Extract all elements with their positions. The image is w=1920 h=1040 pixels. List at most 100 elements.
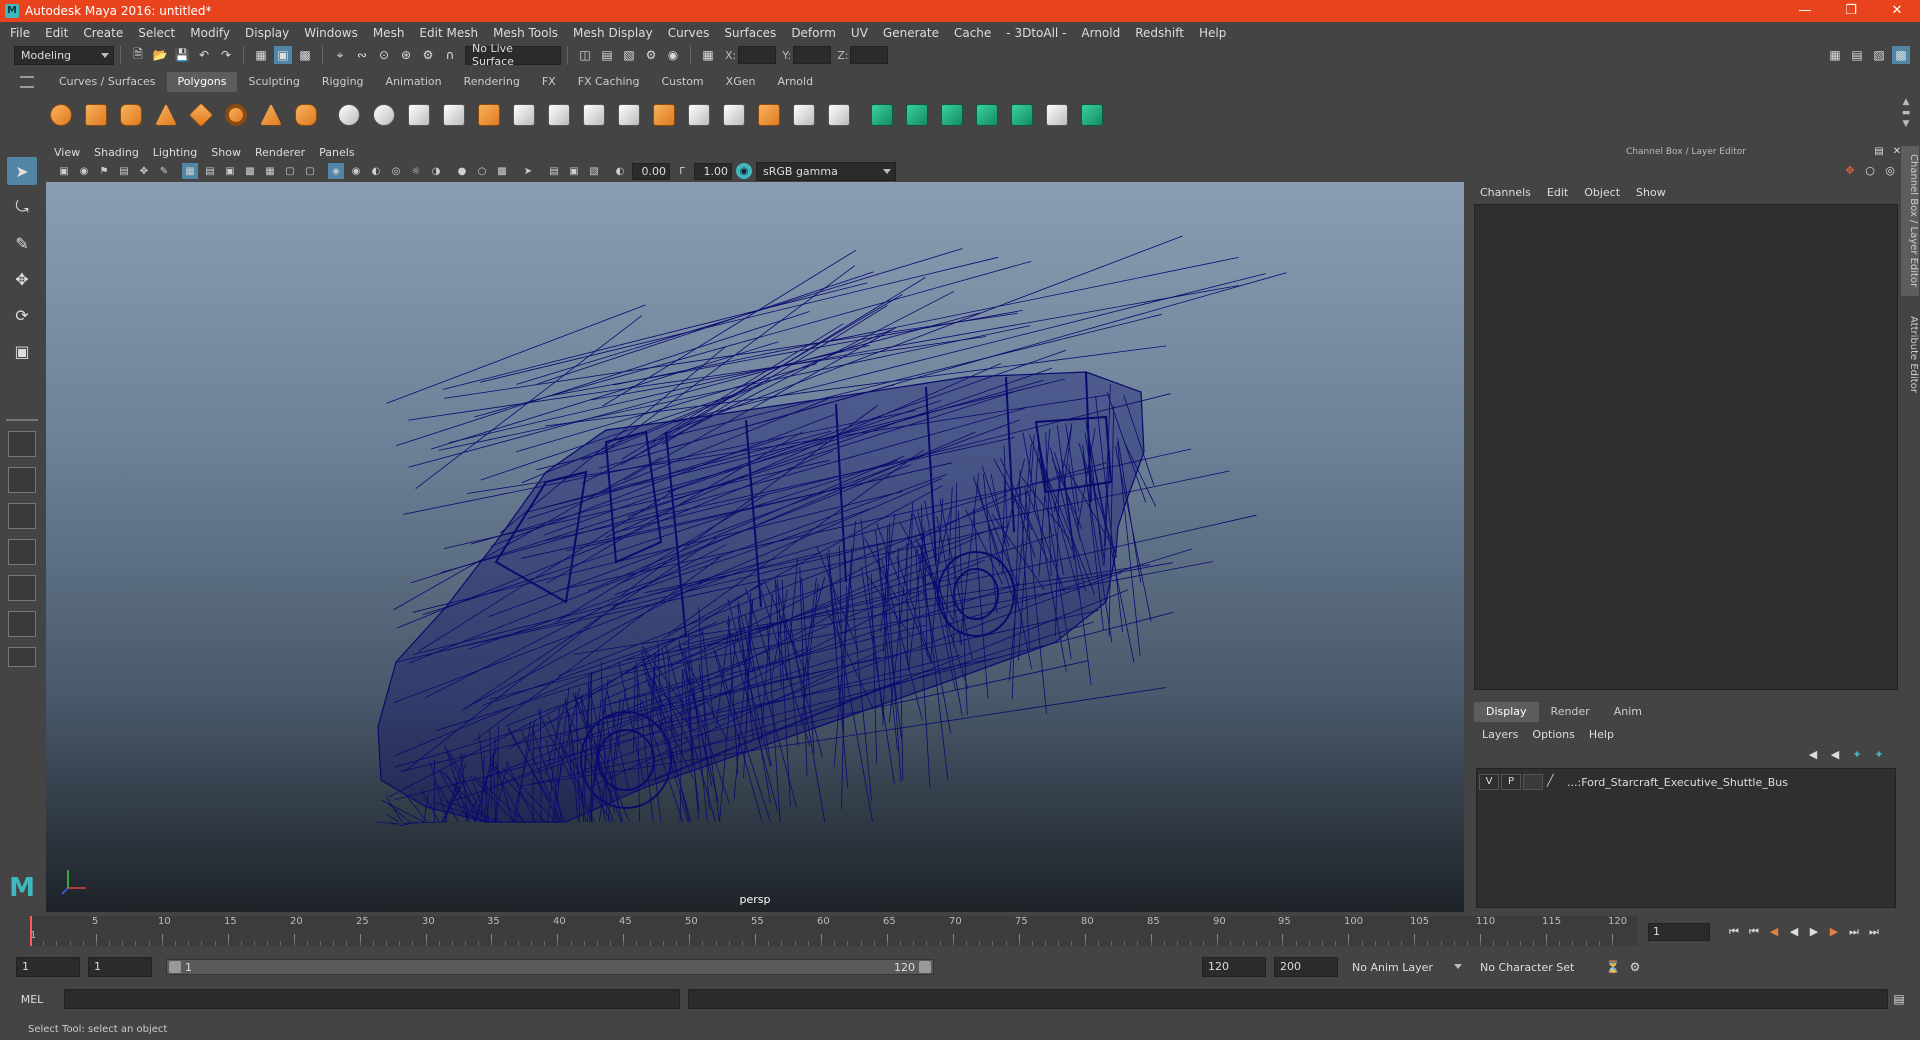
grease-pencil-icon[interactable]: ✎ bbox=[156, 163, 172, 179]
vp-menu-renderer[interactable]: Renderer bbox=[255, 146, 305, 159]
menu-file[interactable]: File bbox=[10, 26, 30, 40]
coord-x-field[interactable] bbox=[738, 46, 777, 64]
select-hierarchy-icon[interactable]: ▦ bbox=[252, 46, 270, 64]
maximize-button[interactable]: ❐ bbox=[1828, 0, 1874, 22]
menu-select[interactable]: Select bbox=[138, 26, 175, 40]
grid-icon[interactable]: ▦ bbox=[182, 163, 198, 179]
vp-menu-view[interactable]: View bbox=[54, 146, 80, 159]
persp-hypershade-layout-icon[interactable] bbox=[8, 575, 36, 601]
layer-menu-help[interactable]: Help bbox=[1589, 728, 1614, 741]
attribute-editor-toggle-icon[interactable]: ▤ bbox=[1848, 46, 1866, 64]
layer-name[interactable]: ...:Ford_Starcraft_Executive_Shuttle_Bus bbox=[1567, 776, 1788, 789]
lasso-tool-icon[interactable]: ⤿ bbox=[7, 193, 37, 221]
cb-menu-object[interactable]: Object bbox=[1584, 186, 1620, 199]
four-view-layout-icon[interactable] bbox=[8, 467, 36, 493]
uv-toolkit-icon[interactable] bbox=[1077, 100, 1107, 130]
screen-space-ao-icon[interactable]: ● bbox=[454, 163, 470, 179]
uv-editor-icon[interactable] bbox=[1007, 100, 1037, 130]
redo-icon[interactable]: ↷ bbox=[217, 46, 235, 64]
snap-point-icon[interactable]: ⊙ bbox=[375, 46, 393, 64]
step-back-key-icon[interactable]: ⏮ bbox=[1744, 923, 1764, 941]
menu-3dtoall[interactable]: - 3DtoAll - bbox=[1006, 26, 1066, 40]
xray-joints-icon[interactable]: ▣ bbox=[566, 163, 582, 179]
menu-uv[interactable]: UV bbox=[851, 26, 868, 40]
cb-menu-show[interactable]: Show bbox=[1636, 186, 1666, 199]
menu-help[interactable]: Help bbox=[1199, 26, 1226, 40]
coord-z-field[interactable] bbox=[850, 46, 889, 64]
command-input[interactable] bbox=[64, 989, 680, 1009]
play-forwards-icon[interactable]: ▶ bbox=[1804, 923, 1824, 941]
layer-color-icon[interactable]: ╱ bbox=[1547, 774, 1559, 790]
poly-cylinder-icon[interactable] bbox=[116, 100, 146, 130]
tab-polygons[interactable]: Polygons bbox=[166, 72, 238, 92]
target-weld-icon[interactable] bbox=[684, 100, 714, 130]
poly-torus-icon[interactable] bbox=[221, 100, 251, 130]
layer-visibility-toggle[interactable]: V bbox=[1479, 774, 1499, 790]
color-management-icon[interactable]: ◉ bbox=[736, 163, 752, 179]
shelf-scroll-icon[interactable]: ▲ ▬ ▼ bbox=[1900, 97, 1912, 131]
anim-layer-dropdown[interactable]: No Anim Layer bbox=[1346, 957, 1466, 977]
modeling-toolkit-icon[interactable]: ▦ bbox=[1826, 46, 1844, 64]
step-forward-frame-icon[interactable]: ▶ bbox=[1824, 923, 1844, 941]
layer-playback-toggle[interactable]: P bbox=[1501, 774, 1521, 790]
append-polygon-icon[interactable] bbox=[614, 100, 644, 130]
playback-start-field[interactable]: 1 bbox=[88, 957, 152, 977]
safe-action-icon[interactable]: ▢ bbox=[282, 163, 298, 179]
menu-mesh[interactable]: Mesh bbox=[373, 26, 405, 40]
mirror-icon[interactable] bbox=[404, 100, 434, 130]
gate-mask-icon[interactable]: ▩ bbox=[242, 163, 258, 179]
move-tool-icon[interactable]: ✥ bbox=[7, 265, 37, 293]
perspective-viewport[interactable]: persp bbox=[46, 182, 1464, 912]
current-frame-field[interactable]: 1 bbox=[1648, 923, 1710, 941]
step-back-frame-icon[interactable]: ◀ bbox=[1764, 923, 1784, 941]
vp-menu-panels[interactable]: Panels bbox=[319, 146, 354, 159]
anti-aliasing-icon[interactable]: ▩ bbox=[494, 163, 510, 179]
tab-rigging[interactable]: Rigging bbox=[311, 72, 375, 92]
channel-box-toggle-icon[interactable]: ▩ bbox=[1892, 46, 1910, 64]
spherical-uv-icon[interactable] bbox=[937, 100, 967, 130]
range-end-handle[interactable] bbox=[919, 961, 931, 973]
menu-redshift[interactable]: Redshift bbox=[1135, 26, 1184, 40]
tab-custom[interactable]: Custom bbox=[651, 72, 715, 92]
cylindrical-uv-icon[interactable] bbox=[902, 100, 932, 130]
go-to-start-icon[interactable]: ⏮ bbox=[1724, 923, 1744, 941]
planar-uv-icon[interactable] bbox=[867, 100, 897, 130]
select-tool-icon[interactable]: ➤ bbox=[7, 157, 37, 185]
script-editor-icon[interactable]: ▤ bbox=[1890, 990, 1908, 1008]
character-set-dropdown[interactable]: No Character Set bbox=[1474, 957, 1594, 977]
undo-icon[interactable]: ↶ bbox=[195, 46, 213, 64]
animation-start-field[interactable]: 1 bbox=[16, 957, 80, 977]
snap-live-icon[interactable]: ⚙ bbox=[419, 46, 437, 64]
combine-icon[interactable] bbox=[334, 100, 364, 130]
checker-map-icon[interactable] bbox=[1042, 100, 1072, 130]
move-layer-up-icon[interactable]: ◀ bbox=[1804, 746, 1822, 762]
gamma-field[interactable]: 1.00 bbox=[694, 162, 732, 180]
image-plane-icon[interactable]: ▤ bbox=[116, 163, 132, 179]
menu-mesh-tools[interactable]: Mesh Tools bbox=[493, 26, 558, 40]
poly-cone-icon[interactable] bbox=[151, 100, 181, 130]
exposure-icon[interactable]: ◐ bbox=[612, 163, 628, 179]
poly-cube-icon[interactable] bbox=[81, 100, 111, 130]
menu-deform[interactable]: Deform bbox=[791, 26, 836, 40]
bevel-icon[interactable] bbox=[544, 100, 574, 130]
poly-pyramid-icon[interactable] bbox=[256, 100, 286, 130]
xray-icon[interactable]: ▤ bbox=[546, 163, 562, 179]
vp-menu-lighting[interactable]: Lighting bbox=[153, 146, 197, 159]
menu-mesh-display[interactable]: Mesh Display bbox=[573, 26, 653, 40]
reduce-icon[interactable] bbox=[474, 100, 504, 130]
tab-arnold[interactable]: Arnold bbox=[766, 72, 824, 92]
open-scene-icon[interactable]: 📂 bbox=[151, 46, 169, 64]
go-to-end-icon[interactable]: ⏭ bbox=[1864, 923, 1884, 941]
motion-blur-icon[interactable]: ○ bbox=[474, 163, 490, 179]
resolution-gate-icon[interactable]: ▣ bbox=[222, 163, 238, 179]
select-component-icon[interactable]: ▩ bbox=[296, 46, 314, 64]
rotate-tool-icon[interactable]: ⟳ bbox=[7, 301, 37, 329]
menu-curves[interactable]: Curves bbox=[668, 26, 710, 40]
channel-box-body[interactable] bbox=[1474, 204, 1898, 690]
tab-sculpting[interactable]: Sculpting bbox=[237, 72, 310, 92]
safe-title-icon[interactable]: ▢ bbox=[302, 163, 318, 179]
poly-plane-icon[interactable] bbox=[186, 100, 216, 130]
extrude-icon[interactable] bbox=[509, 100, 539, 130]
layer-row[interactable]: V P ╱ ...:Ford_Starcraft_Executive_Shutt… bbox=[1479, 773, 1893, 791]
menu-edit[interactable]: Edit bbox=[45, 26, 68, 40]
